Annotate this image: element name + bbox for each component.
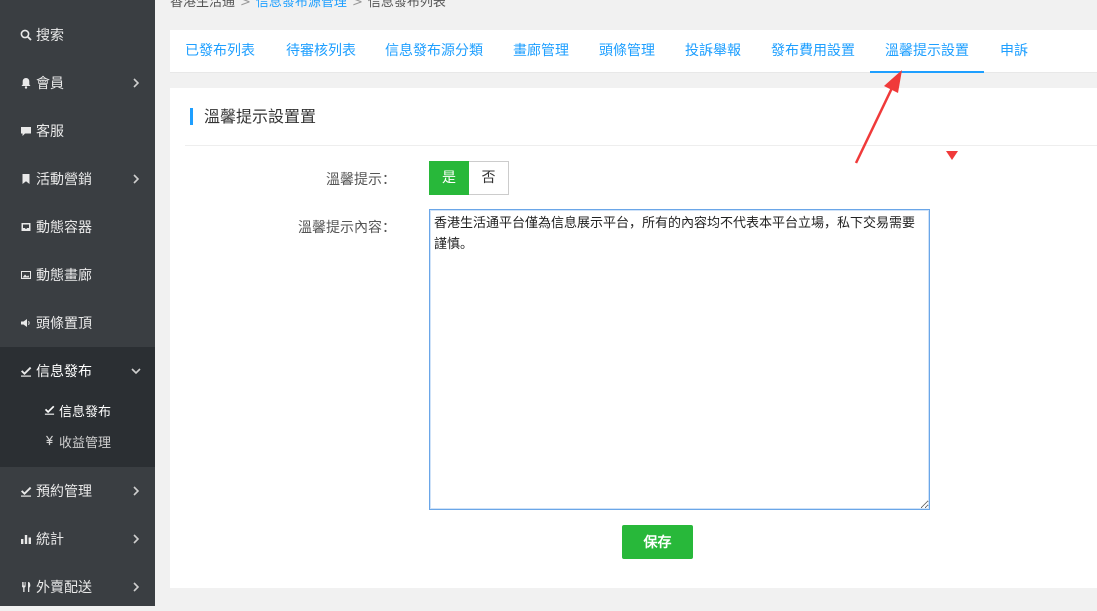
search-icon	[19, 29, 32, 42]
sidebar-item-info-publish[interactable]: 信息發布	[0, 347, 155, 395]
tip-toggle: 是 否	[429, 161, 509, 195]
breadcrumb-section[interactable]: 信息發布源管理	[256, 0, 347, 10]
tab-headline-management[interactable]: 頭條管理	[599, 30, 655, 73]
tab-complaints[interactable]: 投訴舉報	[685, 30, 741, 73]
sidebar-item-delivery[interactable]: 外賣配送	[0, 563, 155, 611]
section-divider	[185, 145, 1097, 146]
tab-appeals[interactable]: 申訴	[1000, 30, 1028, 73]
sidebar-subitem-label: 收益管理	[59, 435, 112, 451]
sidebar-item-label: 動態容器	[36, 220, 92, 236]
edit-check-icon	[19, 365, 32, 378]
save-button[interactable]: 保存	[622, 525, 693, 559]
tip-content-label: 溫馨提示內容：	[298, 220, 396, 236]
breadcrumb: 香港生活通 > 信息發布源管理 > 信息發布列表	[170, 0, 446, 10]
sidebar: 搜索 會員 客服 活動營銷 動態容器 動態畫廊 頭條置頂 信息發布 信息發布 收…	[0, 0, 155, 606]
sidebar-item-label: 預約管理	[36, 484, 92, 500]
sidebar-subitem-info-publish[interactable]: 信息發布	[0, 395, 155, 425]
sidebar-item-label: 頭條置頂	[36, 316, 92, 332]
sidebar-submenu: 信息發布 收益管理	[0, 395, 155, 467]
tab-tip-settings[interactable]: 溫馨提示設置	[870, 30, 984, 73]
inbox-icon	[19, 221, 32, 234]
tab-pending-review[interactable]: 待審核列表	[286, 30, 356, 73]
edit-check-icon	[19, 485, 32, 498]
sidebar-subitem-label: 信息發布	[59, 404, 112, 420]
sidebar-item-service[interactable]: 客服	[0, 107, 155, 155]
sidebar-item-headlines[interactable]: 頭條置頂	[0, 299, 155, 347]
bell-icon	[19, 77, 32, 90]
bar-chart-icon	[19, 533, 32, 546]
sidebar-item-statistics[interactable]: 統計	[0, 515, 155, 563]
edit-check-icon	[44, 404, 56, 416]
sidebar-item-booking[interactable]: 預約管理	[0, 467, 155, 515]
sidebar-item-marketing[interactable]: 活動營銷	[0, 155, 155, 203]
sidebar-item-members[interactable]: 會員	[0, 59, 155, 107]
sidebar-item-label: 信息發布	[36, 364, 92, 380]
tab-bar: 已發布列表 待審核列表 信息發布源分類 畫廊管理 頭條管理 投訴舉報 發布費用設…	[170, 30, 1097, 73]
chat-icon	[19, 125, 32, 138]
tab-source-categories[interactable]: 信息發布源分類	[385, 30, 483, 73]
image-icon	[19, 269, 32, 282]
toggle-no-button[interactable]: 否	[469, 161, 509, 195]
tip-toggle-label: 溫馨提示：	[326, 172, 396, 188]
yen-icon	[44, 435, 56, 447]
sidebar-item-search[interactable]: 搜索	[0, 11, 155, 59]
breadcrumb-current: 信息發布列表	[367, 0, 446, 10]
sidebar-subitem-revenue[interactable]: 收益管理	[0, 426, 155, 456]
chevron-right-icon	[129, 76, 143, 90]
sidebar-item-label: 會員	[36, 76, 64, 92]
tip-content-textarea[interactable]	[429, 209, 930, 510]
section-title: 溫馨提示設置置	[190, 107, 316, 127]
chevron-down-icon	[129, 364, 143, 378]
sidebar-item-label: 搜索	[36, 28, 64, 44]
sidebar-item-label: 統計	[36, 532, 64, 548]
sidebar-item-label: 活動營銷	[36, 172, 92, 188]
sidebar-item-label: 動態畫廊	[36, 268, 92, 284]
chevron-right-icon	[129, 580, 143, 594]
chevron-right-icon	[129, 532, 143, 546]
breadcrumb-home[interactable]: 香港生活通	[170, 0, 235, 10]
top-bar: 香港生活通 > 信息發布源管理 > 信息發布列表	[155, 0, 1097, 16]
megaphone-icon	[19, 317, 32, 330]
sidebar-item-containers[interactable]: 動態容器	[0, 203, 155, 251]
chevron-right-icon	[129, 172, 143, 186]
chevron-right-icon	[129, 484, 143, 498]
sidebar-item-gallery[interactable]: 動態畫廊	[0, 251, 155, 299]
sidebar-item-label: 外賣配送	[36, 580, 92, 596]
tab-fee-settings[interactable]: 發布費用設置	[771, 30, 855, 73]
toggle-yes-button[interactable]: 是	[429, 161, 469, 195]
bookmark-icon	[19, 173, 32, 186]
tab-gallery-management[interactable]: 畫廊管理	[513, 30, 569, 73]
sidebar-item-label: 客服	[36, 124, 64, 140]
tab-published-list[interactable]: 已發布列表	[185, 30, 255, 73]
cutlery-icon	[19, 581, 32, 594]
